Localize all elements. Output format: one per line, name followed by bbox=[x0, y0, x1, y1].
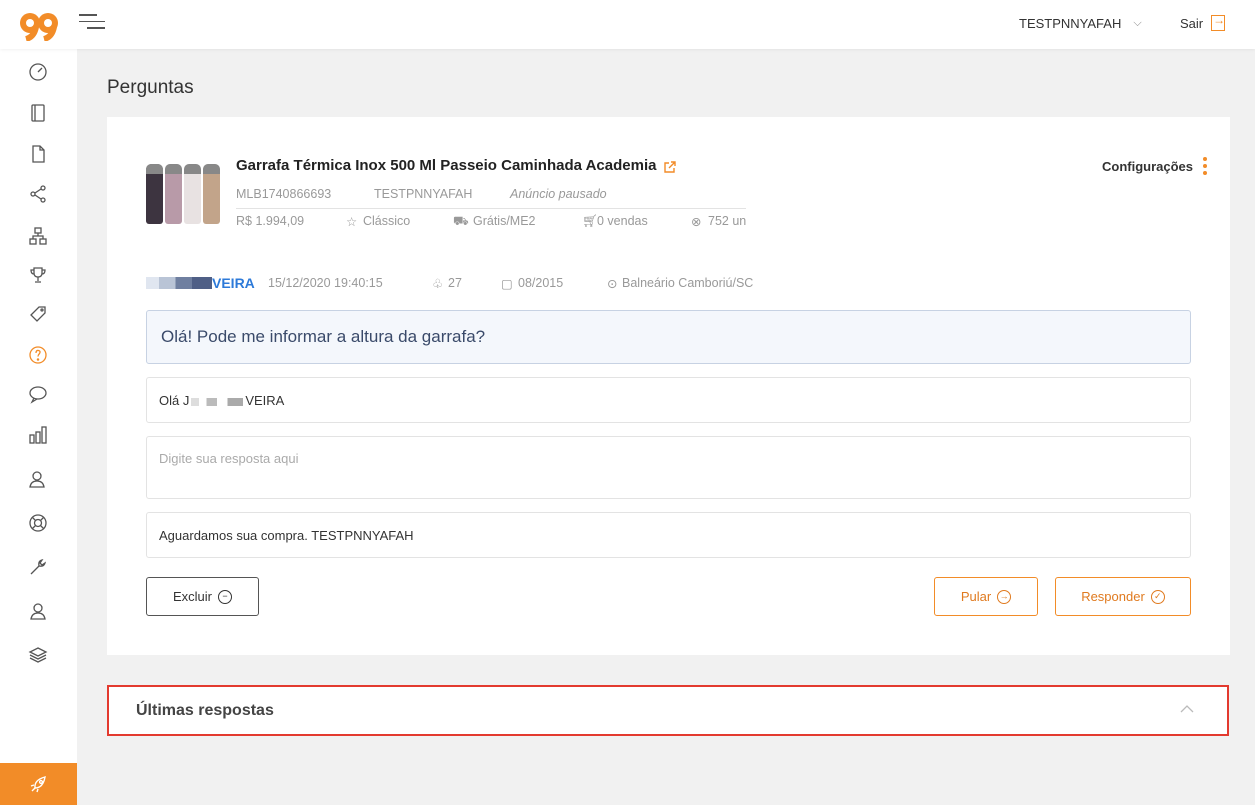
star-icon: ☆ bbox=[346, 215, 358, 229]
menu-toggle-icon[interactable] bbox=[79, 14, 107, 34]
location-pin-icon: ⊙ bbox=[607, 277, 618, 291]
product-meta: MLB1740866693 TESTPNNYAFAH Anúncio pausa… bbox=[236, 187, 607, 201]
users-icon[interactable] bbox=[26, 467, 50, 491]
bar-chart-icon[interactable] bbox=[26, 423, 50, 447]
sidebar bbox=[0, 49, 77, 805]
notebook-icon[interactable] bbox=[26, 101, 50, 125]
trophy-icon[interactable] bbox=[26, 263, 50, 287]
kebab-menu-icon bbox=[1203, 157, 1208, 175]
reputation-icon: ♧ bbox=[432, 277, 444, 291]
asker-points: 27 bbox=[448, 276, 462, 290]
truck-icon: ⛟ bbox=[453, 214, 469, 228]
product-image[interactable] bbox=[146, 160, 222, 224]
skip-button[interactable]: Pular → bbox=[934, 577, 1038, 616]
delete-label: Excluir bbox=[172, 589, 212, 604]
question-icon[interactable] bbox=[26, 343, 50, 367]
document-icon[interactable] bbox=[26, 142, 50, 166]
chat-bubble-icon[interactable] bbox=[26, 382, 50, 406]
product-title[interactable]: Garrafa Térmica Inox 500 Ml Passeio Cami… bbox=[236, 157, 677, 174]
delete-button[interactable]: Excluir − bbox=[146, 577, 259, 616]
product-stock: 752 un bbox=[708, 214, 747, 228]
question-card: Garrafa Térmica Inox 500 Ml Passeio Cami… bbox=[107, 117, 1230, 655]
asker-name-link[interactable]: VEIRA bbox=[212, 275, 255, 291]
product-seller: TESTPNNYAFAH bbox=[374, 187, 473, 201]
app-logo[interactable] bbox=[18, 9, 62, 42]
calendar-icon: ▢ bbox=[501, 277, 513, 291]
answer-field[interactable] bbox=[146, 436, 1191, 499]
cart-icon: 🛒︎ bbox=[582, 214, 598, 228]
product-mlb-id: MLB1740866693 bbox=[236, 187, 332, 201]
logout-icon bbox=[1211, 13, 1226, 31]
settings-button[interactable]: Configurações bbox=[1102, 157, 1208, 175]
chevron-down-icon: ⌵ bbox=[1133, 17, 1142, 29]
respond-button[interactable]: Responder ✓ bbox=[1055, 577, 1191, 616]
asker-location: Balneário Camboriú/SC bbox=[622, 276, 754, 290]
box-icon: ⊗ bbox=[691, 215, 702, 229]
meta-divider bbox=[236, 208, 746, 209]
page-title: Perguntas bbox=[107, 77, 194, 98]
question-text: Olá! Pode me informar a altura da garraf… bbox=[146, 310, 1191, 364]
respond-label: Responder bbox=[1081, 589, 1145, 604]
skip-label: Pular bbox=[960, 589, 992, 604]
external-link-icon[interactable] bbox=[664, 160, 677, 173]
product-sales: 0 vendas bbox=[597, 214, 648, 228]
arrow-right-circle-icon: → bbox=[997, 589, 1012, 604]
logout-button[interactable]: Sair bbox=[1180, 13, 1226, 31]
product-listing-type: Clássico bbox=[363, 214, 411, 228]
share-icon[interactable] bbox=[26, 182, 50, 206]
answer-input[interactable] bbox=[159, 451, 1178, 487]
logout-label: Sair bbox=[1180, 15, 1204, 31]
chevron-up-icon[interactable] bbox=[1179, 701, 1195, 717]
product-price: R$ 1.994,09 bbox=[236, 214, 305, 228]
question-datetime: 15/12/2020 19:40:15 bbox=[268, 276, 383, 290]
user-name: TESTPNNYAFAH bbox=[1019, 16, 1122, 31]
top-bar: TESTPNNYAFAH ⌵ Sair bbox=[0, 0, 1255, 49]
last-answers-title: Últimas respostas bbox=[136, 702, 274, 719]
user-icon[interactable] bbox=[26, 599, 50, 623]
product-title-text: Garrafa Térmica Inox 500 Ml Passeio Cami… bbox=[236, 157, 657, 174]
speedometer-icon[interactable] bbox=[26, 59, 50, 83]
greeting-prefix: Olá J bbox=[159, 393, 190, 408]
tag-icon[interactable] bbox=[26, 302, 50, 326]
settings-label: Configurações bbox=[1102, 158, 1194, 174]
product-shipping: Grátis/ME2 bbox=[473, 214, 536, 228]
product-status: Anúncio pausado bbox=[510, 187, 607, 201]
rocket-icon[interactable] bbox=[0, 763, 77, 805]
member-since: 08/2015 bbox=[518, 276, 564, 290]
wrench-icon[interactable] bbox=[26, 555, 50, 579]
signature-text: Aguardamos sua compra. TESTPNNYAFAH bbox=[159, 528, 414, 543]
redacted-name bbox=[146, 277, 212, 289]
hierarchy-icon[interactable] bbox=[26, 224, 50, 248]
greeting-suffix: VEIRA bbox=[245, 393, 285, 408]
lifebuoy-icon[interactable] bbox=[26, 511, 50, 535]
greeting-field[interactable]: Olá J VEIRA bbox=[146, 377, 1191, 423]
redacted-name bbox=[191, 397, 244, 406]
minus-circle-icon: − bbox=[218, 589, 232, 604]
check-circle-icon: ✓ bbox=[1150, 589, 1165, 604]
user-menu[interactable]: TESTPNNYAFAH ⌵ bbox=[1019, 16, 1142, 31]
last-answers-panel[interactable]: Últimas respostas bbox=[107, 685, 1229, 736]
signature-field[interactable]: Aguardamos sua compra. TESTPNNYAFAH bbox=[146, 512, 1191, 558]
layers-icon[interactable] bbox=[26, 643, 50, 667]
